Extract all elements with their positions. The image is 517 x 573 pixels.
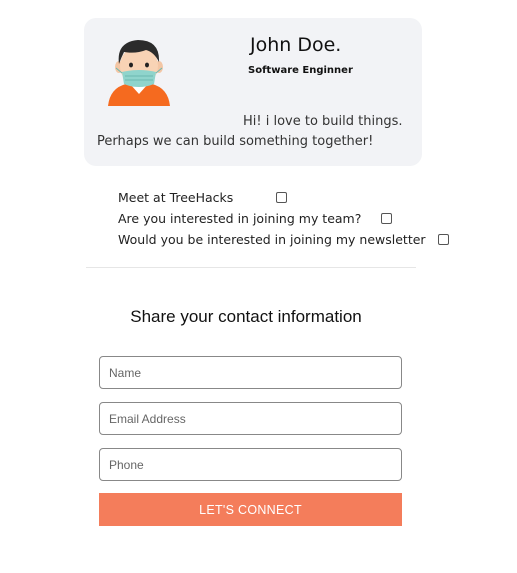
section-divider (86, 267, 416, 268)
phone-input[interactable] (99, 448, 402, 481)
option-newsletter[interactable]: Would you be interested in joining my ne… (118, 232, 449, 247)
profile-card: John Doe. Software Enginner Hi! i love t… (84, 18, 422, 166)
email-input[interactable] (99, 402, 402, 435)
connect-button[interactable]: LET'S CONNECT (99, 493, 402, 526)
option-newsletter-checkbox[interactable] (437, 234, 449, 245)
contact-heading: Share your contact information (130, 307, 362, 326)
option-join-team-checkbox[interactable] (381, 213, 393, 224)
masked-person-avatar-icon (108, 40, 170, 106)
option-treehacks[interactable]: Meet at TreeHacks (118, 190, 288, 205)
option-join-team-label: Are you interested in joining my team? (118, 211, 362, 226)
name-input[interactable] (99, 356, 402, 389)
profile-bio-line-1: Hi! i love to build things. (243, 114, 403, 129)
option-join-team[interactable]: Are you interested in joining my team? (118, 211, 393, 226)
profile-name: John Doe. (250, 34, 342, 56)
profile-bio-line-2: Perhaps we can build something together! (97, 134, 374, 149)
option-treehacks-label: Meet at TreeHacks (118, 190, 234, 205)
option-newsletter-label: Would you be interested in joining my ne… (118, 232, 426, 247)
option-treehacks-checkbox[interactable] (276, 192, 288, 203)
profile-role: Software Enginner (248, 65, 353, 76)
